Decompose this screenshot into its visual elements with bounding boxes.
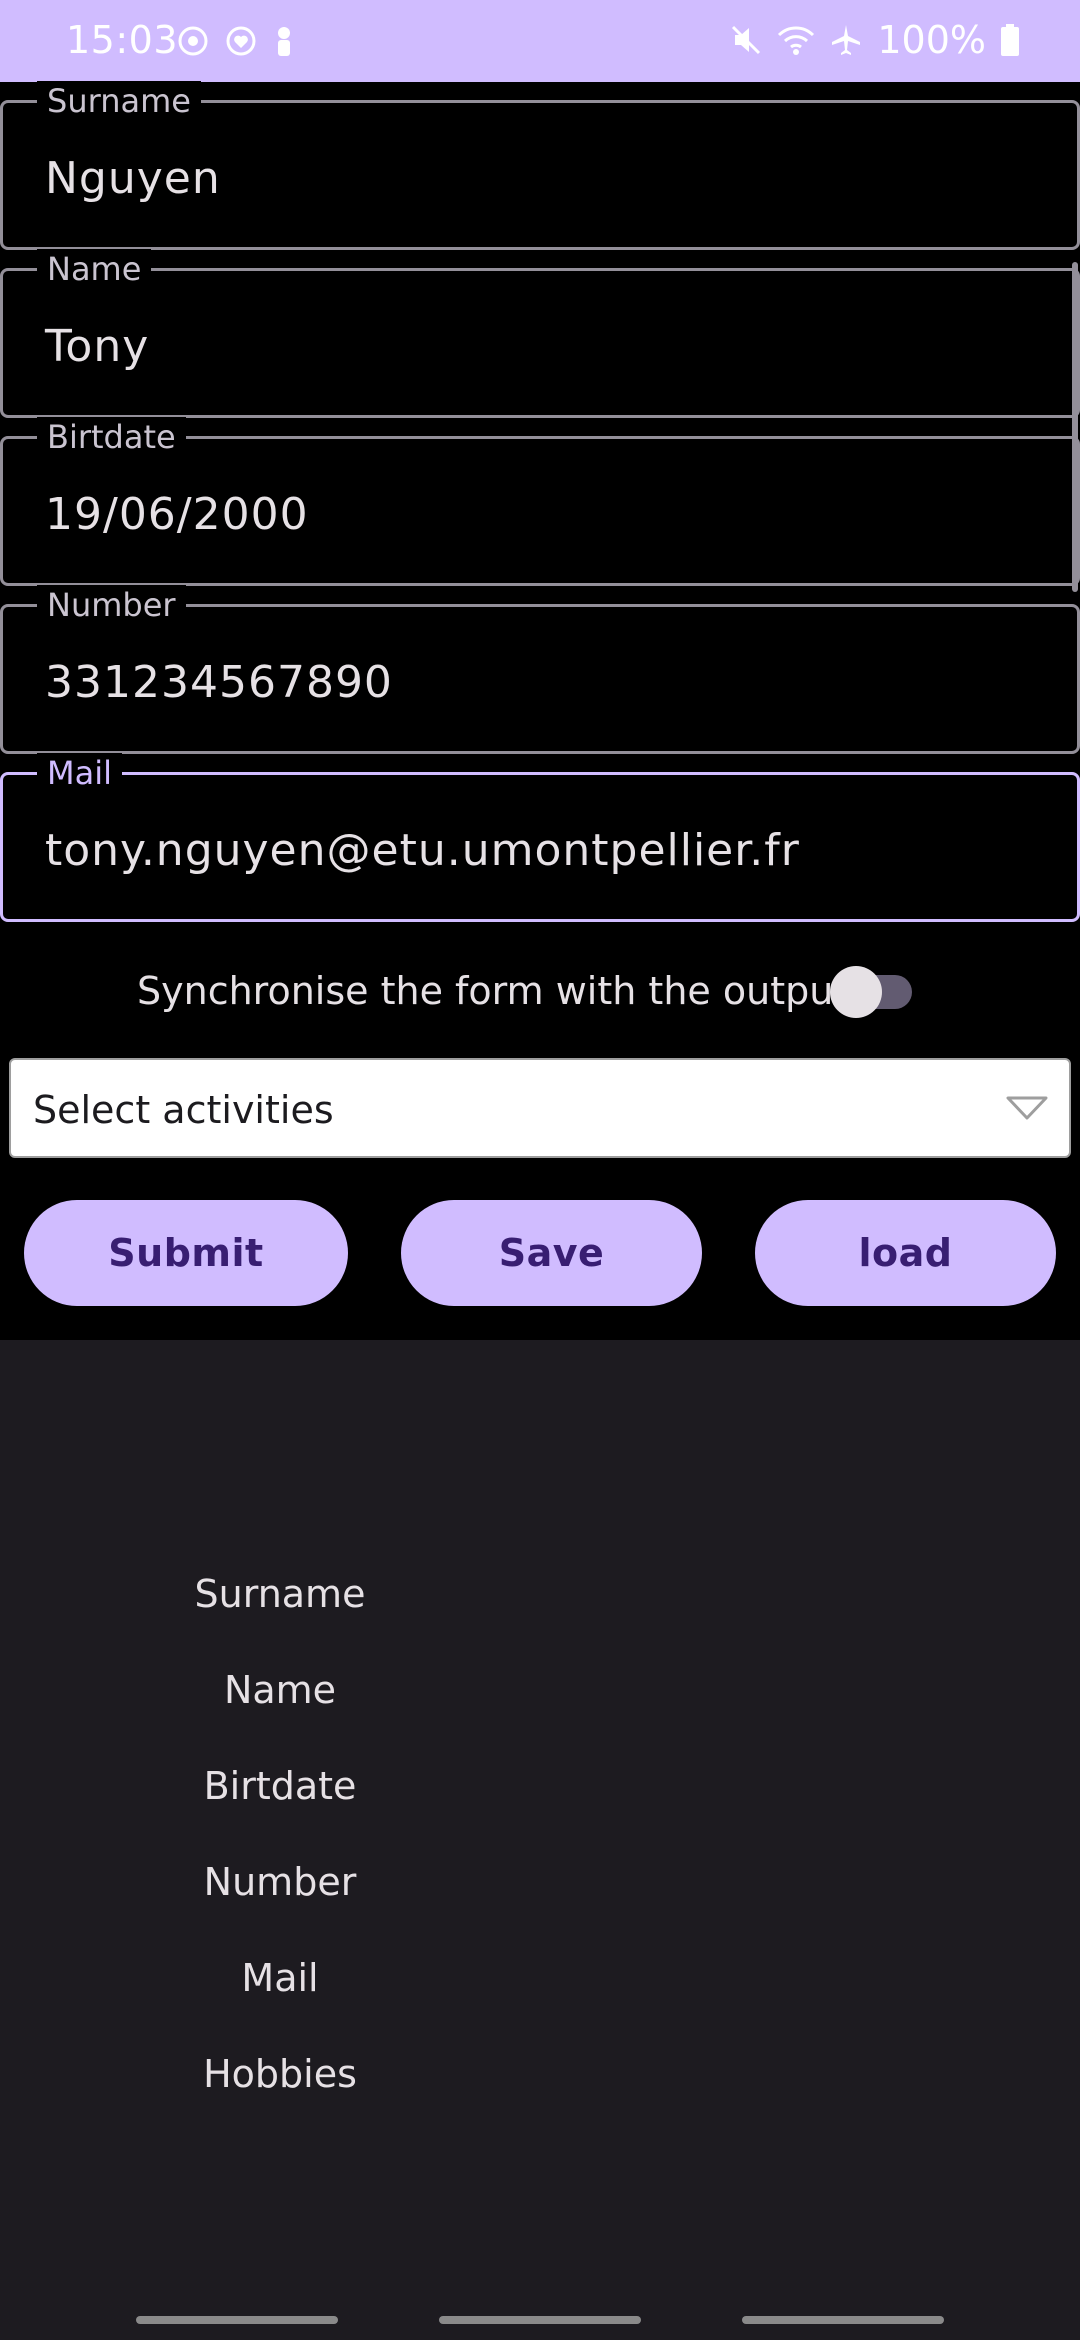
output-mail-label: Mail xyxy=(241,1956,319,2000)
name-field-label: Name xyxy=(37,249,152,289)
mail-field-label: Mail xyxy=(37,753,122,793)
notification-icon xyxy=(272,24,296,58)
output-number-label: Number xyxy=(203,1860,357,1904)
mail-field-value[interactable]: tony.nguyen@etu.umontpellier.fr xyxy=(45,825,800,876)
chevron-down-icon xyxy=(1005,1094,1049,1126)
nav-handle-center[interactable] xyxy=(439,2316,641,2324)
birthdate-field-label: Birtdate xyxy=(37,417,186,457)
heart-sync-icon xyxy=(224,24,258,58)
name-field[interactable]: Name Tony xyxy=(0,249,1080,418)
output-hobbies-label: Hobbies xyxy=(203,2052,357,2096)
battery-label: 100% xyxy=(877,18,986,62)
nav-handle-right[interactable] xyxy=(742,2316,944,2324)
sync-icon xyxy=(176,24,210,58)
mute-icon xyxy=(729,23,763,57)
surname-field-label: Surname xyxy=(37,81,201,121)
battery-icon xyxy=(1000,23,1020,57)
airplane-icon xyxy=(829,23,863,57)
status-bar: 15:03 100% xyxy=(0,0,1080,82)
number-field-label: Number xyxy=(37,585,186,625)
save-button[interactable]: Save xyxy=(401,1200,702,1306)
surname-field[interactable]: Surname Nguyen xyxy=(0,81,1080,250)
activities-select[interactable]: Select activities xyxy=(9,1058,1071,1158)
number-field[interactable]: Number 331234567890 xyxy=(0,585,1080,754)
sync-row: Synchronise the form with the output xyxy=(0,955,1080,1025)
output-name-label: Name xyxy=(223,1668,337,1712)
sync-toggle-thumb[interactable] xyxy=(830,966,882,1018)
number-field-value[interactable]: 331234567890 xyxy=(45,657,393,708)
status-time: 15:03 xyxy=(66,18,179,62)
wifi-icon xyxy=(777,23,815,57)
mail-field[interactable]: Mail tony.nguyen@etu.umontpellier.fr xyxy=(0,753,1080,922)
load-button[interactable]: load xyxy=(755,1200,1056,1306)
scrollbar[interactable] xyxy=(1072,262,1078,592)
birthdate-field-value[interactable]: 19/06/2000 xyxy=(45,489,309,540)
output-panel: Surname Name Birtdate Number Mail Hobbie… xyxy=(0,1340,1080,2340)
activities-select-placeholder: Select activities xyxy=(33,1088,334,1132)
output-surname-label: Surname xyxy=(194,1572,366,1616)
sync-label: Synchronise the form with the output xyxy=(137,969,849,1013)
surname-field-value[interactable]: Nguyen xyxy=(45,153,221,204)
name-field-value[interactable]: Tony xyxy=(45,321,149,372)
birthdate-field[interactable]: Birtdate 19/06/2000 xyxy=(0,417,1080,586)
submit-button[interactable]: Submit xyxy=(24,1200,348,1306)
output-birthdate-label: Birtdate xyxy=(203,1764,357,1808)
nav-handle-left[interactable] xyxy=(136,2316,338,2324)
